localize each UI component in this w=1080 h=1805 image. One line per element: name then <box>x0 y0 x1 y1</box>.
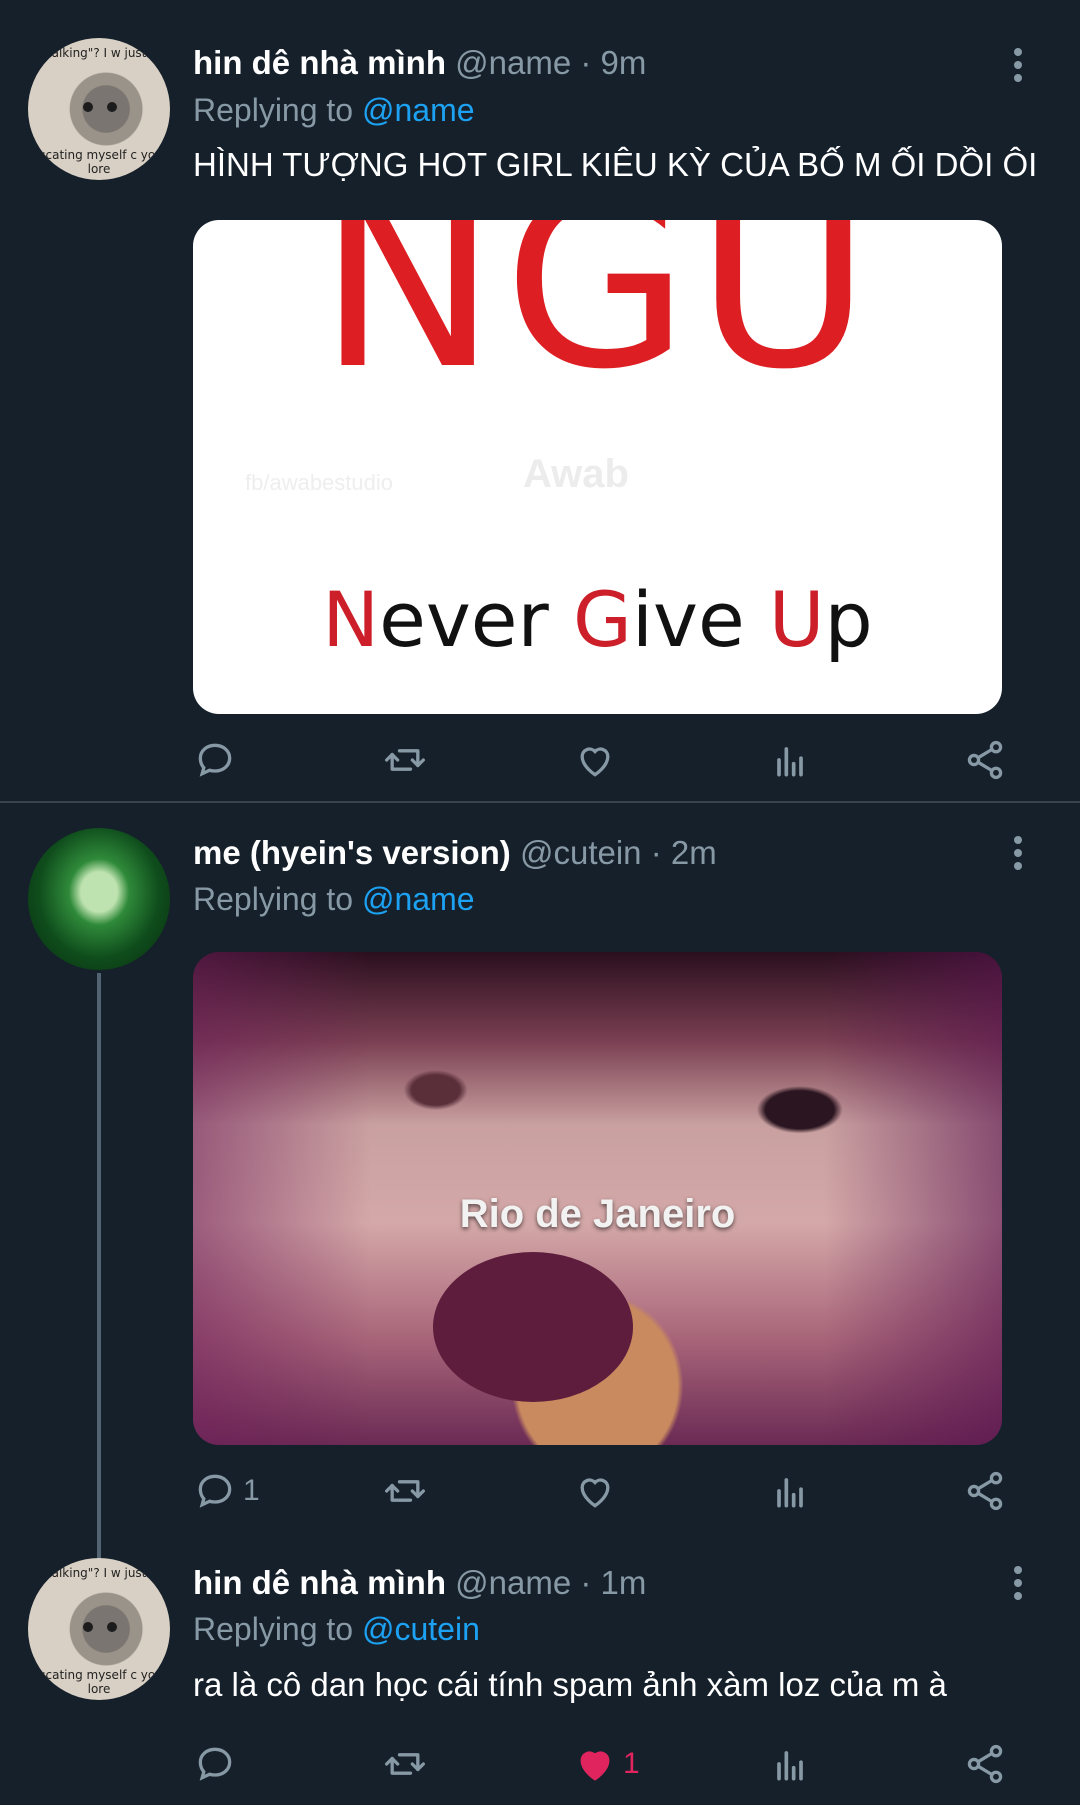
like-button[interactable]: 1 <box>573 1738 640 1790</box>
retweet-button[interactable] <box>383 1738 427 1790</box>
tweet-3[interactable]: alking"? I w just ducating myself c your… <box>0 1540 1080 1805</box>
tweet-image[interactable]: NGU fb/awabestudio Awab Never Give Up <box>193 220 1002 714</box>
reply-button[interactable] <box>193 1738 243 1790</box>
tweet-1[interactable]: alking"? I w just ducating myself c your… <box>0 0 1080 800</box>
more-icon[interactable] <box>1012 1566 1024 1605</box>
mention-link[interactable]: @cutein <box>362 1611 480 1647</box>
tweet-actions: 1 <box>193 1465 1023 1517</box>
display-name[interactable]: hin dê nhà mình <box>193 1564 446 1601</box>
replying-prefix: Replying to <box>193 1611 362 1647</box>
reply-icon <box>198 743 232 777</box>
replying-prefix: Replying to <box>193 92 362 128</box>
share-button[interactable] <box>963 734 1007 786</box>
share-button[interactable] <box>963 1738 1007 1790</box>
share-icon <box>967 1744 1003 1784</box>
retweet-button[interactable] <box>383 734 427 786</box>
tweet-text: ra là cô dan học cái tính spam ảnh xàm l… <box>193 1666 947 1703</box>
tweet-actions <box>193 734 1023 786</box>
avatar-caption-bottom: ducating myself c your lore <box>30 148 168 176</box>
replying-to: Replying to @cutein <box>193 1611 480 1648</box>
share-icon <box>967 1471 1003 1511</box>
like-icon <box>580 1478 610 1508</box>
avatar-caption-bottom: ducating myself c your lore <box>30 1668 168 1696</box>
replying-to: Replying to @name <box>193 92 475 129</box>
like-icon <box>580 1751 610 1781</box>
more-icon[interactable] <box>1012 836 1024 875</box>
reply-icon <box>198 1747 232 1781</box>
tweet-header: hin dê nhà mình @name · 9m <box>193 44 646 82</box>
replying-to: Replying to @name <box>193 881 475 918</box>
display-name[interactable]: me (hyein's version) <box>193 834 511 871</box>
image-watermark-logo: Awab <box>523 452 629 496</box>
tweet-header: hin dê nhà mình @name · 1m <box>193 1564 646 1602</box>
like-icon <box>580 747 610 777</box>
tweet-actions: 1 <box>193 1738 1023 1790</box>
mention-link[interactable]: @name <box>362 92 475 128</box>
tweet-text: HÌNH TƯỢNG HOT GIRL KIÊU KỲ CỦA BỐ M ỐI … <box>193 146 1038 183</box>
analytics-icon <box>777 1751 803 1781</box>
cat-eyes <box>83 102 117 112</box>
share-button[interactable] <box>963 1465 1007 1517</box>
avatar[interactable]: alking"? I w just ducating myself c your… <box>28 38 170 180</box>
avatar-caption-top: alking"? I w just <box>51 46 147 60</box>
handle-time: @name · 9m <box>455 44 647 81</box>
reply-icon <box>198 1474 232 1508</box>
retweet-icon <box>385 749 425 771</box>
like-button[interactable] <box>573 1465 623 1517</box>
retweet-icon <box>385 1753 425 1775</box>
reply-button[interactable] <box>193 734 243 786</box>
ngu-headline: NGU <box>317 220 878 422</box>
analytics-button[interactable] <box>768 1738 812 1790</box>
image-watermark: fb/awabestudio <box>245 470 393 495</box>
retweet-icon <box>385 1480 425 1502</box>
tweet-header: me (hyein's version) @cutein · 2m <box>193 834 717 872</box>
handle-time: @cutein · 2m <box>519 834 717 871</box>
share-icon <box>967 740 1003 780</box>
reply-count: 1 <box>243 1474 260 1507</box>
image-caption: Rio de Janeiro <box>459 1192 736 1236</box>
mention-link[interactable]: @name <box>362 881 475 917</box>
analytics-button[interactable] <box>768 1465 812 1517</box>
more-icon[interactable] <box>1012 48 1024 87</box>
avatar[interactable] <box>28 828 170 970</box>
tweet-image[interactable]: Rio de Janeiro <box>193 952 1002 1445</box>
display-name[interactable]: hin dê nhà mình <box>193 44 446 81</box>
cat-eyes <box>83 1622 117 1632</box>
thread-line <box>97 973 101 1561</box>
avatar[interactable]: alking"? I w just ducating myself c your… <box>28 1558 170 1700</box>
avatar-caption-top: alking"? I w just <box>51 1566 147 1580</box>
bear-nose <box>433 1252 633 1402</box>
replying-prefix: Replying to <box>193 881 362 917</box>
retweet-button[interactable] <box>383 1465 427 1517</box>
analytics-icon <box>777 747 803 777</box>
analytics-icon <box>777 1478 803 1508</box>
ngu-subtitle: Never Give Up <box>322 575 873 664</box>
analytics-button[interactable] <box>768 734 812 786</box>
reply-button[interactable]: 1 <box>193 1465 260 1517</box>
like-button[interactable] <box>573 734 623 786</box>
handle-time: @name · 1m <box>455 1564 647 1601</box>
like-count: 1 <box>623 1747 640 1780</box>
